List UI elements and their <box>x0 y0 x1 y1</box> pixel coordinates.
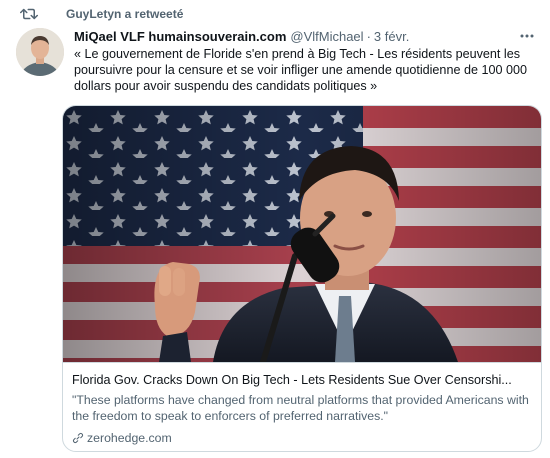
tweet-date[interactable]: 3 févr. <box>374 29 409 44</box>
card-meta: Florida Gov. Cracks Down On Big Tech - L… <box>63 362 541 451</box>
card-domain-label: zerohedge.com <box>87 431 172 445</box>
retweet-label[interactable]: GuyLetyn a retweeté <box>66 7 183 21</box>
card-image <box>63 106 541 362</box>
tweet-text: « Le gouvernement de Floride s'en prend … <box>74 47 527 93</box>
tweet-header: MiQael VLF humainsouverain.com @VlfMicha… <box>74 27 538 45</box>
more-icon[interactable] <box>518 29 536 43</box>
link-card[interactable]: Florida Gov. Cracks Down On Big Tech - L… <box>62 105 542 452</box>
retweet-icon <box>20 8 38 20</box>
retweet-context: GuyLetyn a retweeté <box>16 4 183 24</box>
author-handle[interactable]: @VlfMichael <box>290 29 363 44</box>
avatar-image <box>16 28 64 76</box>
card-title[interactable]: Florida Gov. Cracks Down On Big Tech - L… <box>72 373 532 387</box>
card-description: "These platforms have changed from neutr… <box>72 393 529 423</box>
card-domain[interactable]: zerohedge.com <box>72 431 172 445</box>
header-separator: · <box>366 28 371 44</box>
avatar[interactable] <box>16 28 64 76</box>
author-name[interactable]: MiQael VLF humainsouverain.com <box>74 29 286 44</box>
link-icon <box>72 432 84 444</box>
